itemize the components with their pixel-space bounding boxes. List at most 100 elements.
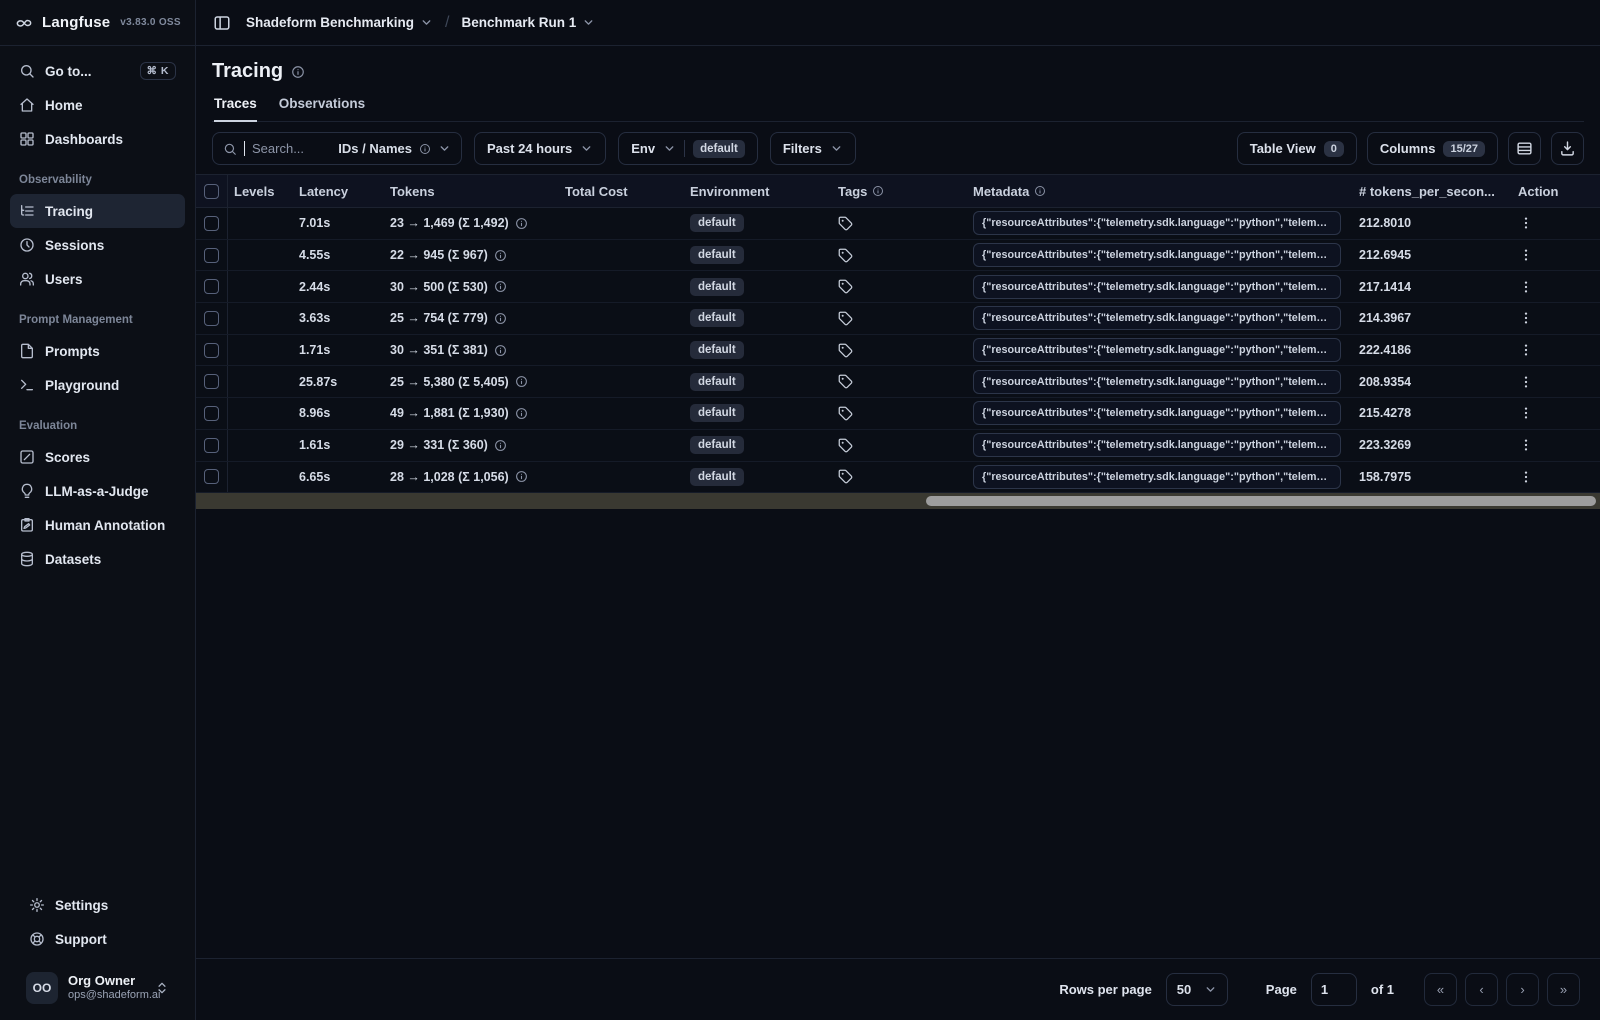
kebab-menu-icon[interactable]: [1518, 310, 1534, 326]
info-icon[interactable]: [291, 65, 305, 79]
sidebar-item-playground[interactable]: Playground: [10, 368, 185, 402]
tag-icon[interactable]: [838, 216, 853, 231]
metadata-pill[interactable]: {"resourceAttributes":{"telemetry.sdk.la…: [973, 243, 1341, 268]
col-tokens[interactable]: Tokens: [386, 184, 561, 199]
kebab-menu-icon[interactable]: [1518, 469, 1534, 485]
table-row[interactable]: 7.01s 23 → 1,469 (Σ 1,492) default {"res…: [196, 208, 1600, 240]
info-icon[interactable]: [515, 217, 528, 230]
col-total-cost[interactable]: Total Cost: [561, 184, 686, 199]
tag-icon[interactable]: [838, 311, 853, 326]
info-icon[interactable]: [515, 407, 528, 420]
metadata-pill[interactable]: {"resourceAttributes":{"telemetry.sdk.la…: [973, 274, 1341, 299]
info-icon[interactable]: [494, 249, 507, 262]
kebab-menu-icon[interactable]: [1518, 342, 1534, 358]
sidebar-item-users[interactable]: Users: [10, 262, 185, 296]
kebab-menu-icon[interactable]: [1518, 247, 1534, 263]
rows-per-page-select[interactable]: 50: [1165, 973, 1228, 1006]
sidebar-item-settings[interactable]: Settings: [20, 888, 175, 922]
table-row[interactable]: 2.44s 30 → 500 (Σ 530) default {"resourc…: [196, 271, 1600, 304]
row-checkbox[interactable]: [204, 310, 219, 326]
metadata-pill[interactable]: {"resourceAttributes":{"telemetry.sdk.la…: [973, 433, 1341, 458]
metadata-pill[interactable]: {"resourceAttributes":{"telemetry.sdk.la…: [973, 338, 1341, 363]
table-row[interactable]: 8.96s 49 → 1,881 (Σ 1,930) default {"res…: [196, 398, 1600, 430]
sidebar-item-llm-as-a-judge[interactable]: LLM-as-a-Judge: [10, 474, 185, 508]
sidebar-item-tracing[interactable]: Tracing: [10, 194, 185, 228]
col-latency[interactable]: Latency: [291, 184, 386, 199]
select-all-checkbox[interactable]: [204, 183, 219, 199]
org-selector[interactable]: Shadeform Benchmarking: [246, 15, 433, 30]
col-tokens-per-second[interactable]: # tokens_per_secon...: [1351, 184, 1506, 199]
tab-traces[interactable]: Traces: [214, 96, 257, 122]
user-menu[interactable]: OO Org Owner ops@shadeform.ai: [20, 964, 175, 1008]
tag-icon[interactable]: [838, 343, 853, 358]
sidebar-item-scores[interactable]: Scores: [10, 440, 185, 474]
info-icon[interactable]: [494, 439, 507, 452]
sidebar-item-support[interactable]: Support: [20, 922, 175, 956]
kebab-menu-icon[interactable]: [1518, 405, 1534, 421]
col-metadata[interactable]: Metadata: [971, 184, 1351, 199]
row-checkbox[interactable]: [204, 247, 219, 263]
kebab-menu-icon[interactable]: [1518, 279, 1534, 295]
info-icon[interactable]: [515, 375, 528, 388]
metadata-pill[interactable]: {"resourceAttributes":{"telemetry.sdk.la…: [973, 401, 1341, 426]
tag-icon[interactable]: [838, 248, 853, 263]
scrollbar-thumb[interactable]: [926, 496, 1596, 507]
prev-page-button[interactable]: ‹: [1465, 973, 1498, 1006]
metadata-pill[interactable]: {"resourceAttributes":{"telemetry.sdk.la…: [973, 306, 1341, 331]
kebab-menu-icon[interactable]: [1518, 374, 1534, 390]
sidebar-item-prompts[interactable]: Prompts: [10, 334, 185, 368]
sidebar-toggle-button[interactable]: [208, 9, 236, 37]
table-row[interactable]: 4.55s 22 → 945 (Σ 967) default {"resourc…: [196, 239, 1600, 272]
info-icon[interactable]: [494, 280, 507, 293]
project-selector[interactable]: Benchmark Run 1: [462, 15, 596, 30]
row-checkbox[interactable]: [204, 437, 219, 453]
row-checkbox[interactable]: [204, 469, 219, 485]
row-checkbox[interactable]: [204, 279, 219, 295]
col-environment[interactable]: Environment: [686, 184, 834, 199]
columns-button[interactable]: Columns 15/27: [1366, 132, 1498, 165]
horizontal-scrollbar[interactable]: [196, 493, 1600, 510]
info-icon[interactable]: [494, 312, 507, 325]
row-checkbox[interactable]: [204, 405, 219, 421]
table-row[interactable]: 25.87s 25 → 5,380 (Σ 5,405) default {"re…: [196, 366, 1600, 399]
col-tags[interactable]: Tags: [834, 184, 971, 199]
tab-observations[interactable]: Observations: [279, 96, 365, 122]
next-page-button[interactable]: ›: [1506, 973, 1539, 1006]
metadata-pill[interactable]: {"resourceAttributes":{"telemetry.sdk.la…: [973, 464, 1341, 489]
info-icon[interactable]: [494, 344, 507, 357]
tag-icon[interactable]: [838, 406, 853, 421]
page-number-input[interactable]: [1310, 973, 1357, 1006]
kebab-menu-icon[interactable]: [1518, 437, 1534, 453]
sidebar-item-datasets[interactable]: Datasets: [10, 542, 185, 576]
row-height-button[interactable]: [1508, 132, 1541, 165]
sidebar-item-home[interactable]: Home: [10, 88, 185, 122]
row-checkbox[interactable]: [204, 374, 219, 390]
tag-icon[interactable]: [838, 438, 853, 453]
metadata-pill[interactable]: {"resourceAttributes":{"telemetry.sdk.la…: [973, 211, 1341, 236]
sidebar-item-sessions[interactable]: Sessions: [10, 228, 185, 262]
search-input[interactable]: Search... IDs / Names: [212, 132, 462, 165]
table-row[interactable]: 1.71s 30 → 351 (Σ 381) default {"resourc…: [196, 334, 1600, 367]
table-row[interactable]: 1.61s 29 → 331 (Σ 360) default {"resourc…: [196, 429, 1600, 462]
tag-icon[interactable]: [838, 374, 853, 389]
row-checkbox[interactable]: [204, 342, 219, 358]
table-row[interactable]: 3.63s 25 → 754 (Σ 779) default {"resourc…: [196, 303, 1600, 335]
sidebar-item-dashboards[interactable]: Dashboards: [10, 122, 185, 156]
export-button[interactable]: [1551, 132, 1584, 165]
kebab-menu-icon[interactable]: [1518, 215, 1534, 231]
goto-search-item[interactable]: Go to... ⌘ K: [10, 54, 185, 88]
tag-icon[interactable]: [838, 279, 853, 294]
first-page-button[interactable]: «: [1424, 973, 1457, 1006]
last-page-button[interactable]: »: [1547, 973, 1580, 1006]
info-icon[interactable]: [515, 470, 528, 483]
table-view-button[interactable]: Table View 0: [1236, 132, 1357, 165]
sidebar-item-human-annotation[interactable]: Human Annotation: [10, 508, 185, 542]
row-checkbox[interactable]: [204, 215, 219, 231]
tag-icon[interactable]: [838, 469, 853, 484]
table-row[interactable]: 6.65s 28 → 1,028 (Σ 1,056) default {"res…: [196, 461, 1600, 494]
col-levels[interactable]: Levels: [228, 184, 291, 199]
metadata-pill[interactable]: {"resourceAttributes":{"telemetry.sdk.la…: [973, 369, 1341, 394]
env-filter-button[interactable]: Env default: [618, 132, 758, 165]
filters-button[interactable]: Filters: [769, 132, 856, 165]
time-range-button[interactable]: Past 24 hours: [474, 132, 607, 165]
